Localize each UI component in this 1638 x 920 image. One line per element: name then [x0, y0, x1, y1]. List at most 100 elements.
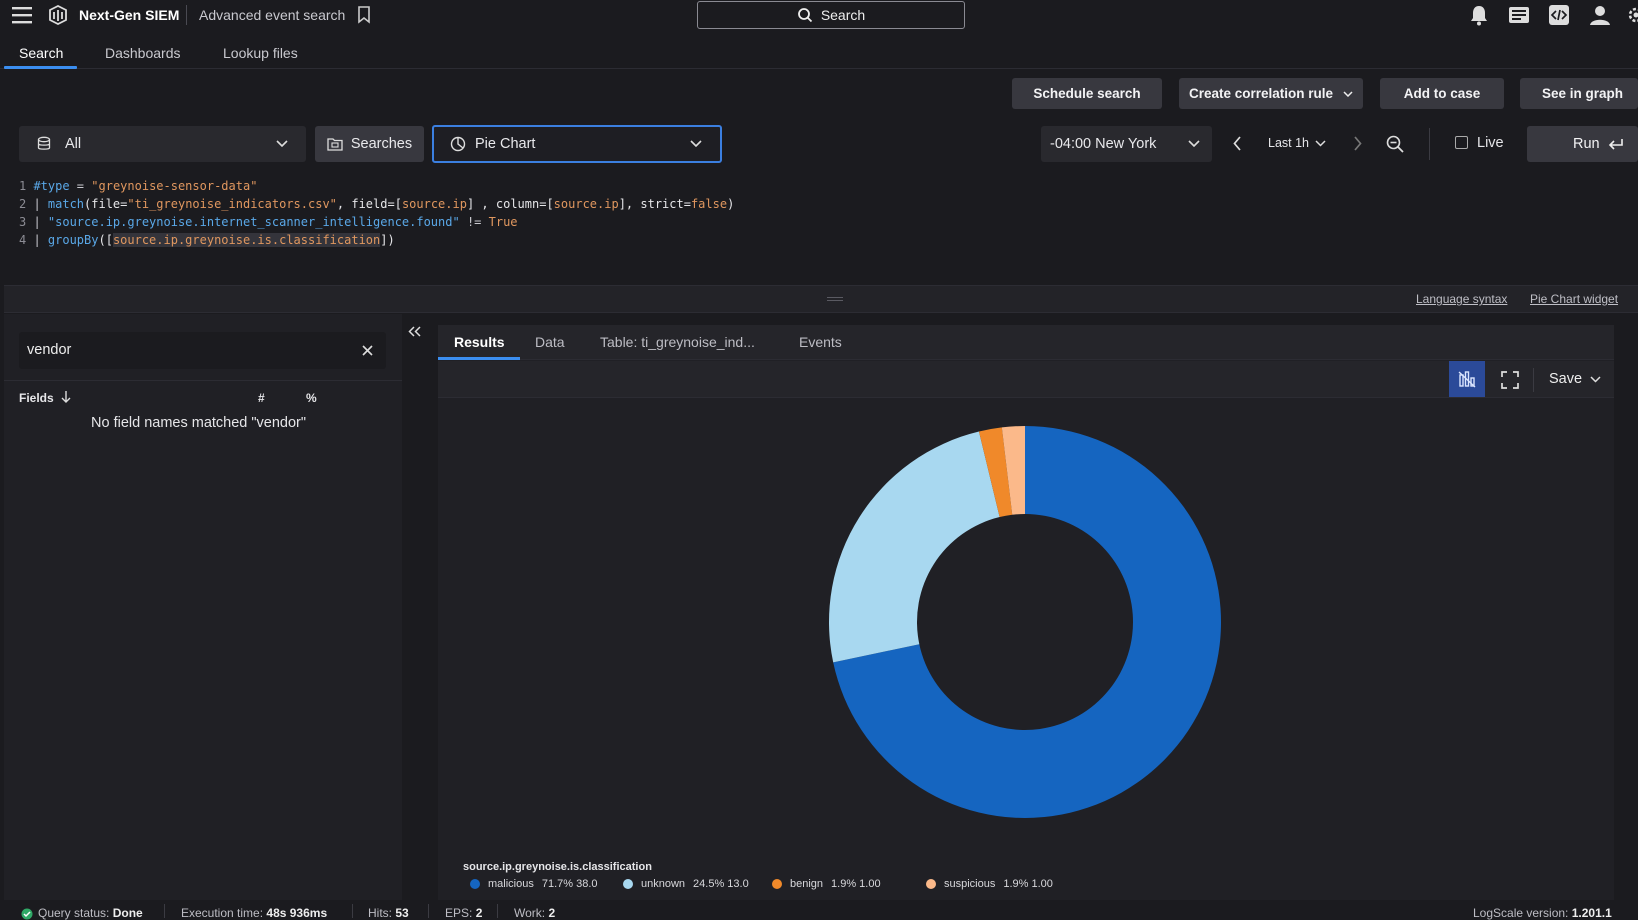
clear-filter-icon[interactable] [362, 345, 373, 356]
time-range-picker[interactable]: Last 1h [1268, 136, 1326, 150]
see-in-graph-label: See in graph [1542, 86, 1623, 101]
tab-search[interactable]: Search [19, 45, 63, 61]
legend-label: benign [790, 878, 823, 890]
add-to-case-label: Add to case [1404, 86, 1481, 101]
widget-help-link[interactable]: Pie Chart widget [1530, 292, 1618, 306]
query-line[interactable]: 1 #type = "greynoise-sensor-data" [19, 179, 257, 193]
query-token: source.ip [402, 197, 467, 211]
previous-time-icon[interactable] [1233, 136, 1242, 151]
query-token: , field=[ [337, 197, 402, 211]
app-title[interactable]: Next-Gen SIEM [79, 7, 179, 23]
collapse-panel-icon[interactable] [408, 326, 422, 337]
query-line[interactable]: 4 | groupBy([source.ip.greynoise.is.clas… [19, 233, 395, 247]
see-in-graph-button[interactable]: See in graph [1520, 78, 1638, 109]
next-time-icon[interactable] [1353, 136, 1362, 151]
add-to-case-button[interactable]: Add to case [1380, 78, 1504, 109]
zoom-out-icon[interactable] [1386, 135, 1404, 153]
global-search-button[interactable]: Search [697, 1, 965, 29]
chevron-down-icon [276, 140, 288, 147]
query-token: | [33, 233, 47, 247]
fields-header[interactable]: Fields [19, 391, 54, 405]
query-line[interactable]: 2 | match(file="ti_greynoise_indicators.… [19, 197, 734, 211]
query-status: Query status: Done [38, 906, 143, 920]
save-widget-button[interactable]: Save [1549, 371, 1601, 387]
toolbar-divider [1429, 128, 1430, 160]
pie-chart [828, 425, 1222, 819]
bookmark-icon[interactable] [357, 6, 371, 24]
legend-label: malicious [488, 878, 534, 890]
query-token: | [33, 197, 47, 211]
create-correlation-rule-button[interactable]: Create correlation rule [1179, 78, 1363, 109]
query-token: ], strict= [619, 197, 691, 211]
toolbar-divider [1533, 368, 1534, 392]
legend-item-unknown[interactable]: unknown24.5% 13.0 [623, 878, 749, 890]
legend-item-suspicious[interactable]: suspicious1.9% 1.00 [926, 878, 1053, 890]
query-token: ] , column=[ [467, 197, 554, 211]
news-icon[interactable] [1508, 5, 1530, 25]
query-token: (file= [84, 197, 127, 211]
timezone-dropdown[interactable]: -04:00 New York [1041, 126, 1212, 162]
legend-swatch [470, 879, 480, 889]
tab-dashboards[interactable]: Dashboards [105, 45, 181, 61]
chevron-down-icon [1590, 376, 1601, 383]
tab-data[interactable]: Data [535, 334, 565, 350]
query-token: false [691, 197, 727, 211]
hits-count: Hits: 53 [368, 906, 409, 920]
active-tab-indicator [4, 66, 77, 69]
search-icon [797, 7, 813, 23]
live-checkbox[interactable] [1455, 136, 1468, 149]
legend-value: 71.7% 38.0 [542, 878, 598, 890]
widget-toolbar [438, 361, 1614, 398]
chart-style-button[interactable] [1449, 361, 1485, 397]
legend-value: 1.9% 1.00 [831, 878, 881, 890]
check-circle-icon [21, 908, 33, 920]
hamburger-menu-icon[interactable] [12, 6, 34, 24]
run-button[interactable]: Run [1527, 126, 1638, 162]
query-line[interactable]: 3 | "source.ip.greynoise.internet_scanne… [19, 215, 518, 229]
tab-table[interactable]: Table: ti_greynoise_ind... [600, 334, 755, 350]
saved-searches-button[interactable]: Searches [315, 126, 424, 162]
status-divider [164, 904, 165, 918]
execution-time: Execution time: 48s 936ms [181, 906, 327, 920]
settings-gear-icon[interactable] [1626, 5, 1638, 25]
pie-slice-unknown[interactable] [829, 431, 1000, 662]
bell-icon[interactable] [1469, 4, 1489, 26]
query-token: "ti_greynoise_indicators.csv" [127, 197, 337, 211]
field-filter-input[interactable]: vendor [19, 332, 386, 369]
timezone-value: -04:00 New York [1050, 136, 1156, 152]
live-label: Live [1477, 135, 1504, 151]
query-token: ([ [98, 233, 112, 247]
eps-label: EPS: [445, 906, 472, 920]
widget-type-dropdown[interactable]: Pie Chart [432, 125, 722, 163]
nav-tabs: Search Dashboards Lookup files [0, 33, 1638, 69]
query-token: != [460, 215, 489, 229]
legend-item-benign[interactable]: benign 1.9% 1.00 [772, 878, 881, 890]
schedule-search-button[interactable]: Schedule search [1012, 78, 1162, 109]
code-icon[interactable] [1548, 4, 1570, 26]
status-divider [497, 904, 498, 918]
chevron-down-icon [690, 140, 702, 147]
line-number: 2 [19, 197, 33, 211]
editor-footer [4, 285, 1638, 313]
hits-value: 53 [395, 906, 408, 920]
query-editor[interactable]: 1 #type = "greynoise-sensor-data" 2 | mat… [4, 170, 1638, 284]
tab-events[interactable]: Events [799, 334, 842, 350]
resize-handle[interactable] [827, 297, 843, 298]
query-token: ) [727, 197, 734, 211]
legend-swatch [926, 879, 936, 889]
page-title: Advanced event search [199, 7, 345, 23]
tab-lookup-files[interactable]: Lookup files [223, 45, 298, 61]
language-syntax-link[interactable]: Language syntax [1416, 292, 1507, 306]
hits-label: Hits: [368, 906, 392, 920]
fullscreen-icon[interactable] [1501, 371, 1519, 389]
user-profile-icon[interactable] [1589, 4, 1611, 26]
repository-icon [37, 136, 53, 152]
query-status-label: Query status: [38, 906, 109, 920]
results-tab-indicator [438, 357, 520, 360]
query-token: | [33, 215, 47, 229]
sort-arrow-icon[interactable] [61, 390, 71, 403]
legend-swatch [772, 879, 782, 889]
legend-item-malicious[interactable]: malicious 71.7% 38.0 [470, 878, 598, 890]
tab-results[interactable]: Results [454, 334, 505, 350]
repository-dropdown[interactable]: All [19, 126, 306, 162]
